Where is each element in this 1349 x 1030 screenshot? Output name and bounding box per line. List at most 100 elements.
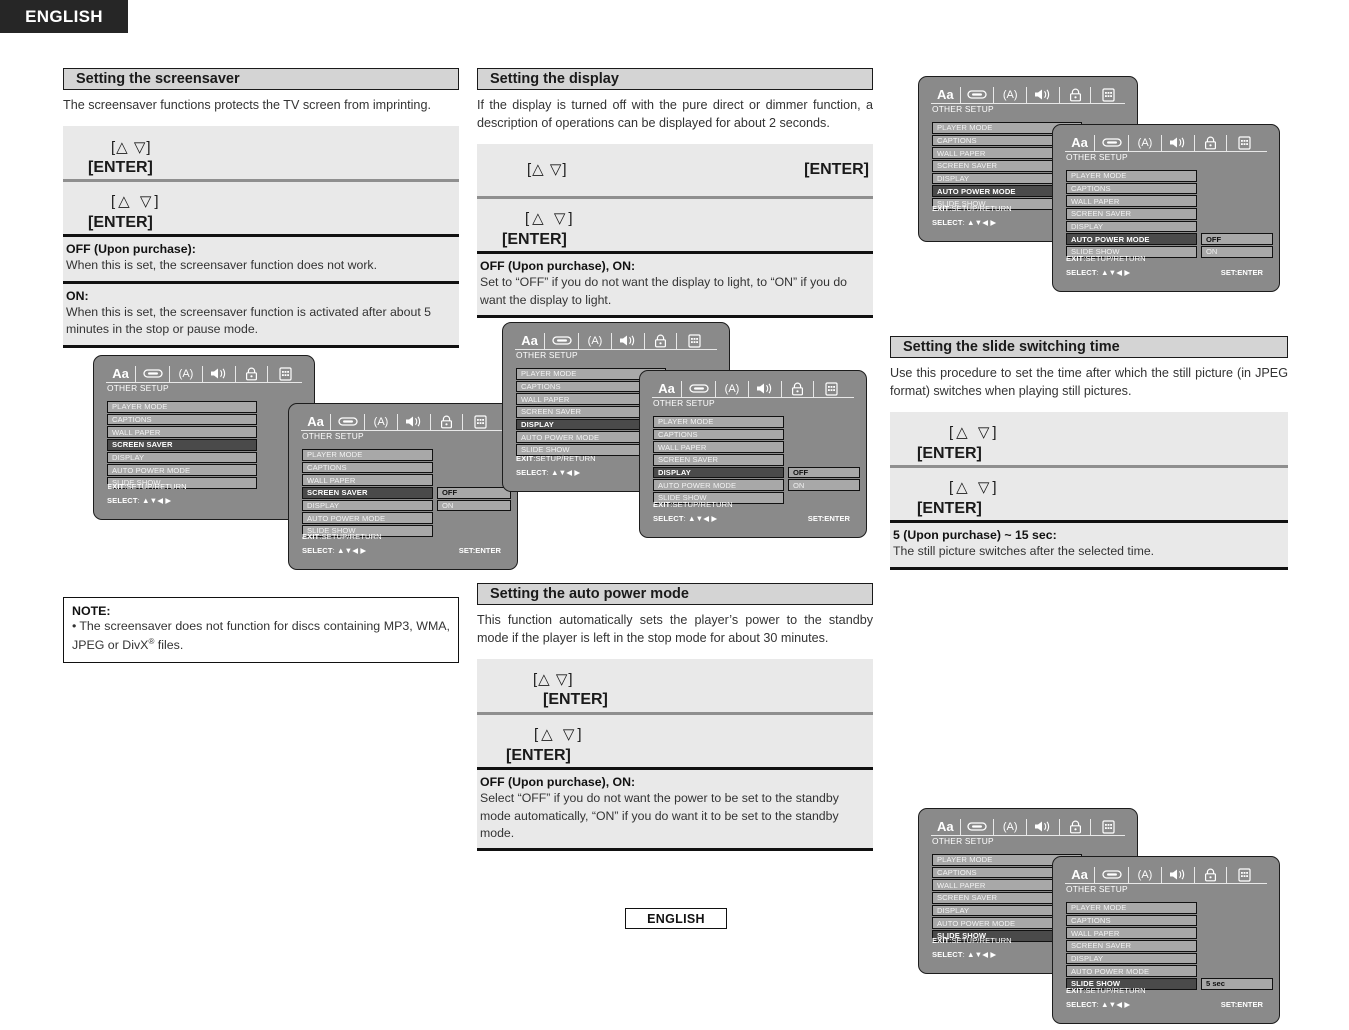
osd-menu-item-label[interactable]: AUTO POWER MODE — [1066, 965, 1197, 978]
osd-menu-row[interactable]: AUTO POWER MODE — [107, 464, 302, 477]
osd-value-option[interactable]: OFF — [1201, 233, 1273, 246]
osd-menu-row[interactable]: WALL PAPER — [1066, 195, 1267, 207]
lock-icon — [1060, 818, 1092, 835]
disc-icon — [136, 365, 170, 382]
osd-menu-item-label[interactable]: CAPTIONS — [1066, 182, 1197, 195]
osd-screen-front: Aa (A) OTHER SETUP PLAYER MODE CAPTIONS WALL … — [1052, 124, 1280, 292]
osd-menu-item-label[interactable]: AUTO POWER MODE — [107, 464, 257, 477]
osd-menu-row[interactable]: CAPTIONS — [302, 461, 505, 474]
osd-icon-bar: Aa (A) — [515, 332, 717, 350]
osd-menu-item-label[interactable]: WALL PAPER — [1066, 927, 1197, 939]
osd-menu-item-label[interactable]: DISPLAY — [1066, 952, 1197, 965]
osd-menu-row[interactable]: AUTO POWER MODE — [302, 512, 505, 525]
osd-menu-item-label[interactable]: SCREEN SAVER — [653, 454, 784, 466]
osd-menu-item-label[interactable]: SCREEN SAVER — [1066, 208, 1197, 220]
osd-title: OTHER SETUP — [653, 398, 715, 408]
aa-text-icon: Aa — [1065, 866, 1095, 883]
osd-menu-row[interactable]: WALL PAPER — [107, 426, 302, 438]
osd-select-hint: SELECT: ▲▼◀ ▶ — [1066, 268, 1131, 277]
lock-icon — [1195, 134, 1227, 151]
osd-menu-row[interactable]: PLAYER MODE — [1066, 170, 1267, 182]
section-heading-display: Setting the display — [477, 68, 873, 90]
osd-menu-row[interactable]: CAPTIONS — [1066, 182, 1267, 195]
osd-menu-item-label[interactable]: CAPTIONS — [107, 413, 257, 426]
option-off-on: OFF (Upon purchase), ON: Set to “OFF” if… — [477, 253, 873, 315]
osd-menu-item-label[interactable]: DISPLAY — [653, 466, 784, 479]
osd-menu-item-label[interactable]: CAPTIONS — [302, 461, 433, 474]
osd-menu-item-label[interactable]: PLAYER MODE — [653, 416, 784, 428]
osd-menu-item-label[interactable]: PLAYER MODE — [1066, 902, 1197, 914]
osd-menu-item-label[interactable]: WALL PAPER — [653, 441, 784, 453]
osd-menu-row[interactable]: PLAYER MODE — [107, 401, 302, 413]
osd-icon-bar: Aa (A) — [301, 413, 505, 431]
osd-menu-row[interactable]: DISPLAY — [107, 451, 302, 464]
steps-screensaver: [△ ▽] [ENTER] [△ ▽] [ENTER] OFF (Upon pu… — [63, 125, 459, 348]
osd-value-option[interactable]: OFF — [437, 487, 511, 499]
osd-exit-hint: EXIT:SETUP/RETURN — [1066, 254, 1146, 263]
osd-menu-row[interactable]: DISPLAY OFF — [653, 466, 860, 479]
osd-menu-item-label[interactable]: DISPLAY — [302, 499, 433, 512]
osd-title: OTHER SETUP — [302, 431, 364, 441]
osd-menu-row[interactable]: CAPTIONS — [653, 428, 854, 441]
osd-menu-row[interactable]: SCREEN SAVER — [1066, 940, 1267, 952]
osd-menu-item-label[interactable]: PLAYER MODE — [302, 449, 433, 461]
osd-menu-item-label[interactable]: SCREEN SAVER — [302, 487, 433, 499]
osd-illustration-auto-power: Aa (A) OTHER SETUP PLAYER MODE CAPTIONS WALL … — [918, 76, 1284, 298]
osd-icon-bar: Aa (A) — [931, 818, 1125, 836]
osd-value-option[interactable]: 5 sec — [1201, 978, 1273, 990]
osd-menu-item-label[interactable]: PLAYER MODE — [107, 401, 257, 413]
osd-title: OTHER SETUP — [516, 350, 578, 360]
aspect-ratio-icon: (A) — [994, 86, 1028, 103]
lock-icon — [236, 365, 268, 382]
disc-icon — [1095, 866, 1129, 883]
osd-value-option[interactable]: ON — [1201, 246, 1273, 258]
section-intro-slide-time: Use this procedure to set the time after… — [890, 366, 1288, 398]
osd-menu-row[interactable]: AUTO POWER MODE — [1066, 965, 1267, 978]
aspect-ratio-icon: (A) — [579, 332, 612, 349]
grid-icon — [268, 366, 302, 382]
osd-menu-row[interactable]: DISPLAY ON — [302, 499, 511, 512]
osd-menu-item-label[interactable]: CAPTIONS — [1066, 914, 1197, 927]
osd-menu-item-label[interactable]: SCREEN SAVER — [1066, 940, 1197, 952]
osd-value-option[interactable]: ON — [788, 479, 860, 492]
osd-menu-row[interactable]: PLAYER MODE — [302, 449, 505, 461]
osd-menu-row[interactable]: DISPLAY — [1066, 220, 1267, 233]
speaker-icon — [612, 332, 645, 349]
osd-menu-row[interactable]: CAPTIONS — [107, 413, 302, 426]
divider-black — [477, 314, 873, 318]
osd-menu-row[interactable]: WALL PAPER — [1066, 927, 1267, 939]
osd-menu-item-label[interactable]: SCREEN SAVER — [107, 439, 257, 451]
osd-select-hint: SELECT: ▲▼◀ ▶ — [107, 496, 172, 505]
osd-screen-front: Aa (A) OTHER SETUP PLAYER MODE CAPTIONS WALL … — [288, 403, 518, 570]
osd-menu-row[interactable]: SCREEN SAVER — [1066, 208, 1267, 220]
osd-menu-item-label[interactable]: PLAYER MODE — [1066, 170, 1197, 182]
osd-value-option[interactable]: OFF — [788, 466, 860, 479]
osd-menu-row[interactable]: WALL PAPER — [302, 474, 505, 486]
osd-value-option[interactable]: ON — [437, 499, 511, 512]
osd-menu-row[interactable]: SCREEN SAVER — [653, 454, 854, 466]
osd-menu-row[interactable]: PLAYER MODE — [653, 416, 854, 428]
osd-menu-item-label[interactable]: CAPTIONS — [653, 428, 784, 441]
osd-menu-item-label[interactable]: WALL PAPER — [1066, 195, 1197, 207]
osd-menu-item-label[interactable]: DISPLAY — [1066, 220, 1197, 233]
key-enter: [ENTER] — [88, 158, 153, 176]
osd-menu-item-label[interactable]: DISPLAY — [107, 451, 257, 464]
speaker-icon — [398, 413, 431, 430]
osd-menu-item-label[interactable]: AUTO POWER MODE — [653, 479, 784, 492]
osd-menu-item-label[interactable]: AUTO POWER MODE — [1066, 233, 1197, 246]
osd-menu-row[interactable]: PLAYER MODE — [1066, 902, 1267, 914]
osd-menu-row[interactable]: AUTO POWER MODE OFF — [1066, 233, 1273, 246]
osd-menu-row[interactable]: CAPTIONS — [1066, 914, 1267, 927]
osd-menu-item-label[interactable]: AUTO POWER MODE — [302, 512, 433, 525]
osd-menu-row[interactable]: DISPLAY — [1066, 952, 1267, 965]
osd-menu-item-label[interactable]: WALL PAPER — [107, 426, 257, 438]
osd-set-hint: SET:ENTER — [1220, 1000, 1263, 1009]
osd-menu-row[interactable]: SCREEN SAVER — [107, 439, 302, 451]
speaker-icon — [1162, 134, 1195, 151]
osd-menu-item-label[interactable]: WALL PAPER — [302, 474, 433, 486]
osd-menu-row[interactable]: AUTO POWER MODE ON — [653, 479, 860, 492]
osd-menu-row[interactable]: SCREEN SAVER OFF — [302, 487, 511, 499]
osd-menu-row[interactable]: WALL PAPER — [653, 441, 854, 453]
osd-title: OTHER SETUP — [932, 836, 994, 846]
osd-select-hint: SELECT: ▲▼◀ ▶ — [1066, 1000, 1131, 1009]
